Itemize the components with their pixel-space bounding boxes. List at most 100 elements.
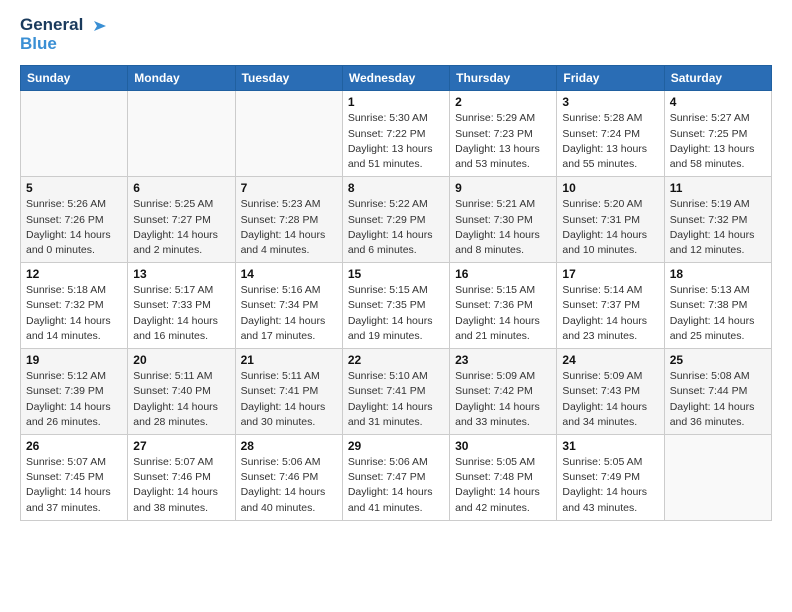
weekday-header-sunday: Sunday xyxy=(21,66,128,91)
calendar-cell: 29 Sunrise: 5:06 AMSunset: 7:47 PMDayligh… xyxy=(342,434,449,520)
calendar-cell: 5 Sunrise: 5:26 AMSunset: 7:26 PMDaylight… xyxy=(21,177,128,263)
logo: General Blue xyxy=(20,16,108,53)
day-info: Sunrise: 5:30 AMSunset: 7:22 PMDaylight:… xyxy=(348,111,444,172)
day-info: Sunrise: 5:23 AMSunset: 7:28 PMDaylight:… xyxy=(241,197,337,258)
day-number: 8 xyxy=(348,181,444,195)
day-number: 27 xyxy=(133,439,229,453)
day-number: 19 xyxy=(26,353,122,367)
day-number: 12 xyxy=(26,267,122,281)
day-number: 9 xyxy=(455,181,551,195)
calendar-cell: 16 Sunrise: 5:15 AMSunset: 7:36 PMDayligh… xyxy=(450,263,557,349)
day-info: Sunrise: 5:12 AMSunset: 7:39 PMDaylight:… xyxy=(26,369,122,430)
day-info: Sunrise: 5:11 AMSunset: 7:41 PMDaylight:… xyxy=(241,369,337,430)
calendar-cell: 6 Sunrise: 5:25 AMSunset: 7:27 PMDaylight… xyxy=(128,177,235,263)
day-number: 31 xyxy=(562,439,658,453)
day-info: Sunrise: 5:15 AMSunset: 7:35 PMDaylight:… xyxy=(348,283,444,344)
calendar-cell xyxy=(128,91,235,177)
calendar-cell xyxy=(21,91,128,177)
calendar-cell: 10Sunrise: 5:20 AMSunset: 7:31 PMDayligh… xyxy=(557,177,664,263)
day-number: 29 xyxy=(348,439,444,453)
day-number: 20 xyxy=(133,353,229,367)
day-number: 15 xyxy=(348,267,444,281)
calendar-cell: 18 Sunrise: 5:13 AMSunset: 7:38 PMDayligh… xyxy=(664,263,771,349)
day-number: 26 xyxy=(26,439,122,453)
day-info: Sunrise: 5:28 AMSunset: 7:24 PMDaylight:… xyxy=(562,111,658,172)
day-number: 24 xyxy=(562,353,658,367)
calendar-table: SundayMondayTuesdayWednesdayThursdayFrid… xyxy=(20,65,772,520)
logo-blue: Blue xyxy=(20,34,57,53)
calendar-cell: 21 Sunrise: 5:11 AMSunset: 7:41 PMDayligh… xyxy=(235,349,342,435)
day-info: Sunrise: 5:09 AMSunset: 7:42 PMDaylight:… xyxy=(455,369,551,430)
day-info: Sunrise: 5:15 AMSunset: 7:36 PMDaylight:… xyxy=(455,283,551,344)
day-number: 3 xyxy=(562,95,658,109)
day-info: Sunrise: 5:06 AMSunset: 7:47 PMDaylight:… xyxy=(348,455,444,516)
day-number: 1 xyxy=(348,95,444,109)
day-number: 6 xyxy=(133,181,229,195)
day-info: Sunrise: 5:10 AMSunset: 7:41 PMDaylight:… xyxy=(348,369,444,430)
weekday-header-wednesday: Wednesday xyxy=(342,66,449,91)
calendar-cell: 9 Sunrise: 5:21 AMSunset: 7:30 PMDaylight… xyxy=(450,177,557,263)
day-info: Sunrise: 5:14 AMSunset: 7:37 PMDaylight:… xyxy=(562,283,658,344)
day-info: Sunrise: 5:18 AMSunset: 7:32 PMDaylight:… xyxy=(26,283,122,344)
day-info: Sunrise: 5:05 AMSunset: 7:49 PMDaylight:… xyxy=(562,455,658,516)
day-info: Sunrise: 5:26 AMSunset: 7:26 PMDaylight:… xyxy=(26,197,122,258)
day-info: Sunrise: 5:08 AMSunset: 7:44 PMDaylight:… xyxy=(670,369,766,430)
day-number: 25 xyxy=(670,353,766,367)
weekday-header-saturday: Saturday xyxy=(664,66,771,91)
calendar-cell: 13Sunrise: 5:17 AMSunset: 7:33 PMDayligh… xyxy=(128,263,235,349)
calendar-cell: 24Sunrise: 5:09 AMSunset: 7:43 PMDayligh… xyxy=(557,349,664,435)
day-info: Sunrise: 5:19 AMSunset: 7:32 PMDaylight:… xyxy=(670,197,766,258)
day-info: Sunrise: 5:11 AMSunset: 7:40 PMDaylight:… xyxy=(133,369,229,430)
day-number: 22 xyxy=(348,353,444,367)
day-number: 14 xyxy=(241,267,337,281)
weekday-header-friday: Friday xyxy=(557,66,664,91)
weekday-header-thursday: Thursday xyxy=(450,66,557,91)
day-info: Sunrise: 5:07 AMSunset: 7:45 PMDaylight:… xyxy=(26,455,122,516)
day-info: Sunrise: 5:07 AMSunset: 7:46 PMDaylight:… xyxy=(133,455,229,516)
day-number: 21 xyxy=(241,353,337,367)
day-info: Sunrise: 5:06 AMSunset: 7:46 PMDaylight:… xyxy=(241,455,337,516)
day-info: Sunrise: 5:21 AMSunset: 7:30 PMDaylight:… xyxy=(455,197,551,258)
calendar-cell: 12 Sunrise: 5:18 AMSunset: 7:32 PMDayligh… xyxy=(21,263,128,349)
day-number: 4 xyxy=(670,95,766,109)
weekday-header-row: SundayMondayTuesdayWednesdayThursdayFrid… xyxy=(21,66,772,91)
calendar-cell: 14 Sunrise: 5:16 AMSunset: 7:34 PMDayligh… xyxy=(235,263,342,349)
calendar-cell: 1 Sunrise: 5:30 AMSunset: 7:22 PMDaylight… xyxy=(342,91,449,177)
calendar-week-1: 1 Sunrise: 5:30 AMSunset: 7:22 PMDaylight… xyxy=(21,91,772,177)
day-number: 16 xyxy=(455,267,551,281)
calendar-cell: 11 Sunrise: 5:19 AMSunset: 7:32 PMDayligh… xyxy=(664,177,771,263)
day-number: 30 xyxy=(455,439,551,453)
calendar-cell: 20 Sunrise: 5:11 AMSunset: 7:40 PMDayligh… xyxy=(128,349,235,435)
day-number: 5 xyxy=(26,181,122,195)
day-info: Sunrise: 5:25 AMSunset: 7:27 PMDaylight:… xyxy=(133,197,229,258)
calendar-cell: 22 Sunrise: 5:10 AMSunset: 7:41 PMDayligh… xyxy=(342,349,449,435)
calendar-cell: 4Sunrise: 5:27 AMSunset: 7:25 PMDaylight… xyxy=(664,91,771,177)
calendar-week-2: 5 Sunrise: 5:26 AMSunset: 7:26 PMDaylight… xyxy=(21,177,772,263)
calendar-cell: 23 Sunrise: 5:09 AMSunset: 7:42 PMDayligh… xyxy=(450,349,557,435)
day-info: Sunrise: 5:20 AMSunset: 7:31 PMDaylight:… xyxy=(562,197,658,258)
day-number: 7 xyxy=(241,181,337,195)
day-info: Sunrise: 5:13 AMSunset: 7:38 PMDaylight:… xyxy=(670,283,766,344)
day-info: Sunrise: 5:29 AMSunset: 7:23 PMDaylight:… xyxy=(455,111,551,172)
calendar-cell: 28 Sunrise: 5:06 AMSunset: 7:46 PMDayligh… xyxy=(235,434,342,520)
calendar-week-4: 19 Sunrise: 5:12 AMSunset: 7:39 PMDayligh… xyxy=(21,349,772,435)
calendar-cell: 26 Sunrise: 5:07 AMSunset: 7:45 PMDayligh… xyxy=(21,434,128,520)
day-number: 2 xyxy=(455,95,551,109)
day-number: 23 xyxy=(455,353,551,367)
calendar-cell: 30 Sunrise: 5:05 AMSunset: 7:48 PMDayligh… xyxy=(450,434,557,520)
calendar-cell: 8 Sunrise: 5:22 AMSunset: 7:29 PMDaylight… xyxy=(342,177,449,263)
calendar-cell xyxy=(664,434,771,520)
day-number: 18 xyxy=(670,267,766,281)
day-info: Sunrise: 5:16 AMSunset: 7:34 PMDaylight:… xyxy=(241,283,337,344)
calendar-cell: 31 Sunrise: 5:05 AMSunset: 7:49 PMDayligh… xyxy=(557,434,664,520)
day-info: Sunrise: 5:22 AMSunset: 7:29 PMDaylight:… xyxy=(348,197,444,258)
calendar-cell: 25 Sunrise: 5:08 AMSunset: 7:44 PMDayligh… xyxy=(664,349,771,435)
day-number: 28 xyxy=(241,439,337,453)
calendar-cell: 3 Sunrise: 5:28 AMSunset: 7:24 PMDaylight… xyxy=(557,91,664,177)
calendar-week-5: 26 Sunrise: 5:07 AMSunset: 7:45 PMDayligh… xyxy=(21,434,772,520)
header: General Blue xyxy=(20,16,772,53)
day-info: Sunrise: 5:05 AMSunset: 7:48 PMDaylight:… xyxy=(455,455,551,516)
day-number: 11 xyxy=(670,181,766,195)
calendar-cell: 2 Sunrise: 5:29 AMSunset: 7:23 PMDaylight… xyxy=(450,91,557,177)
logo-general: General xyxy=(20,15,83,34)
